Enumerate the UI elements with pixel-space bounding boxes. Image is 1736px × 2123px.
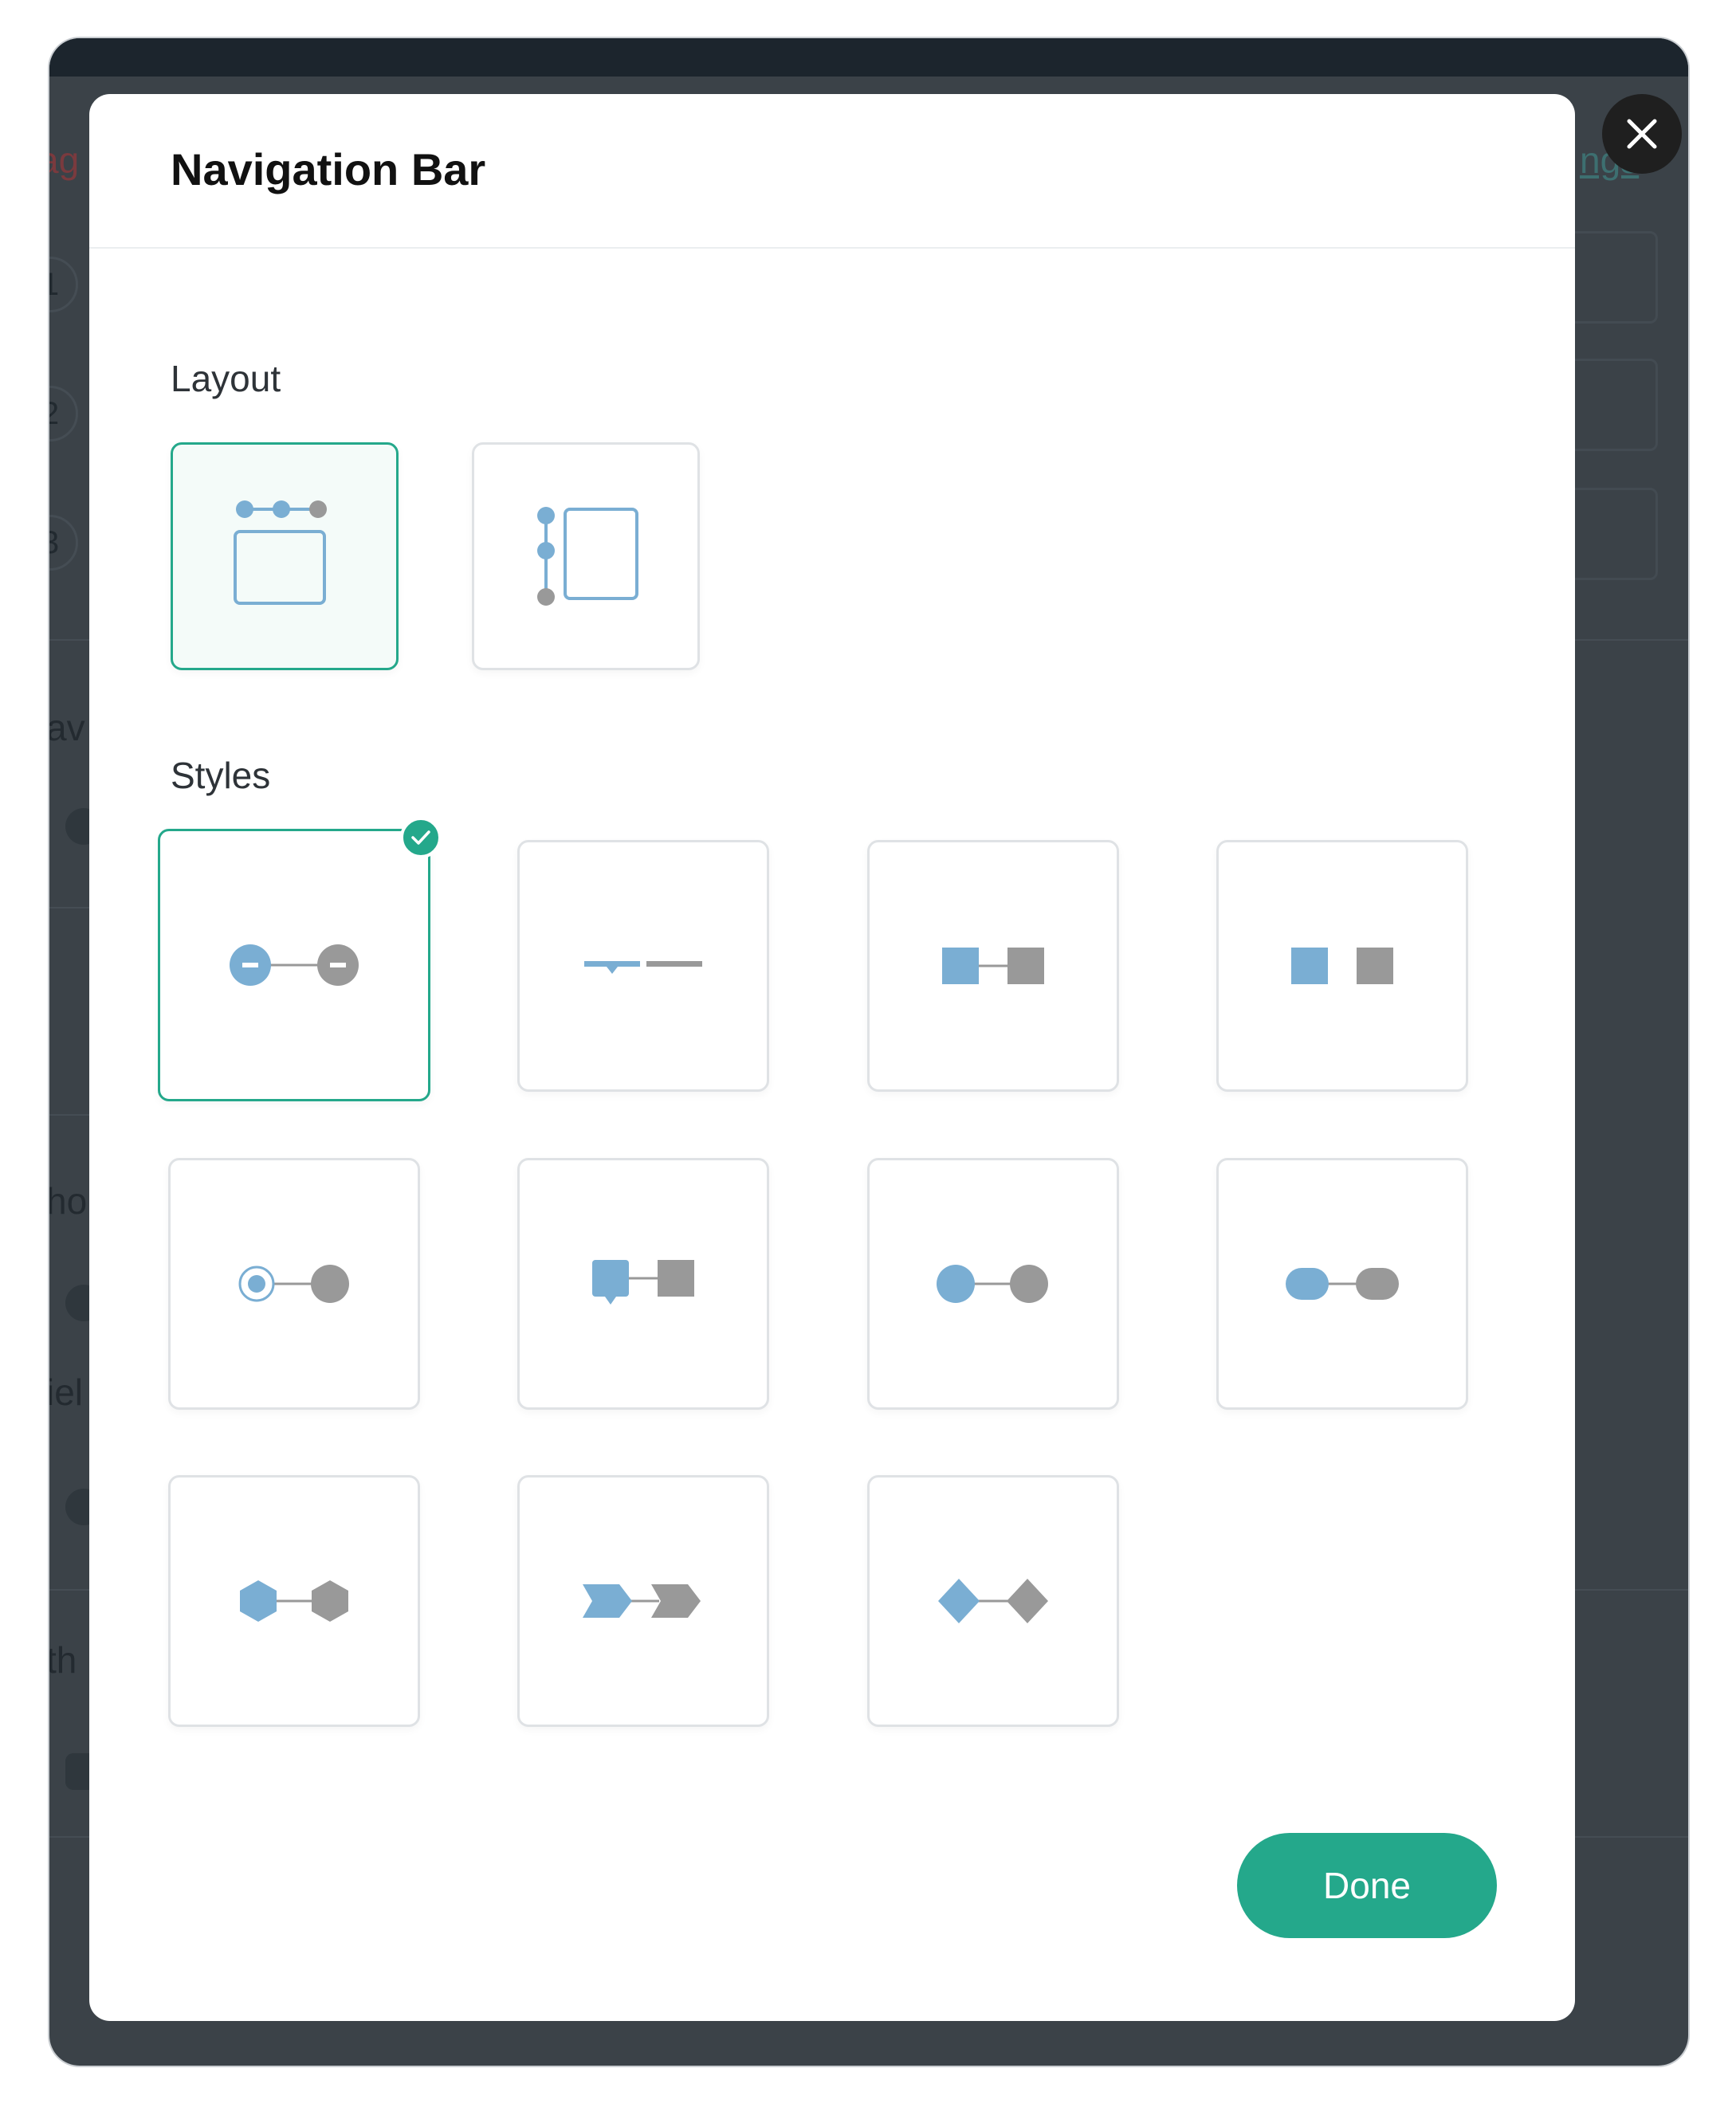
layout-section-label: Layout [171, 358, 281, 399]
done-button[interactable]: Done [1237, 1833, 1497, 1938]
style-option-diamond[interactable] [867, 1475, 1119, 1727]
style-option-square-pointer[interactable] [517, 1158, 769, 1410]
circle-connected-style-icon [937, 1265, 1048, 1303]
style-option-circle-connected[interactable] [867, 1158, 1119, 1410]
layout-option-side[interactable] [472, 442, 700, 670]
bg-step-number: 2 [49, 395, 60, 431]
style-option-hexagon[interactable] [168, 1475, 420, 1727]
check-icon [411, 830, 430, 845]
style-option-chevron-arrow[interactable] [517, 1475, 769, 1727]
style-option-pill-connected[interactable] [1216, 1158, 1468, 1410]
bg-fragment: iel [49, 1372, 84, 1413]
bg-step-number: 3 [49, 524, 60, 560]
modal-title: Navigation Bar [171, 144, 486, 194]
modal-header: Navigation Bar [89, 94, 1575, 249]
close-icon [1627, 119, 1657, 149]
square-pointer-style-icon [592, 1260, 694, 1305]
side-layout-icon [537, 507, 638, 606]
navigation-bar-modal: Navigation Bar Layout Styles [89, 94, 1575, 2021]
selected-check-badge [400, 817, 442, 858]
square-separate-style-icon [1291, 948, 1393, 984]
styles-section-label: Styles [171, 755, 271, 796]
bg-fragment: av [49, 707, 85, 748]
bg-fragment: ho [49, 1180, 88, 1222]
layout-option-top[interactable] [171, 442, 399, 670]
line-pointer-style-icon [584, 961, 702, 974]
bg-step-badge: 1 [49, 257, 78, 312]
radio-circle-style-icon [238, 1265, 349, 1303]
style-option-radio-circle[interactable] [168, 1158, 420, 1410]
bg-input-box [1564, 488, 1658, 580]
diamond-style-icon [938, 1579, 1048, 1623]
bg-step-badge: 3 [49, 515, 78, 571]
top-layout-icon [234, 500, 327, 605]
bg-step-badge: 2 [49, 386, 78, 441]
style-option-circle-minus[interactable] [158, 829, 430, 1101]
bg-input-box [1564, 231, 1658, 324]
bg-fragment: ag [49, 139, 80, 181]
pill-connected-style-icon [1286, 1268, 1399, 1300]
bg-step-number: 1 [49, 266, 60, 302]
close-button[interactable] [1602, 94, 1682, 174]
app-top-bar [49, 38, 1688, 77]
chevron-arrow-style-icon [583, 1584, 701, 1618]
style-option-square-separate[interactable] [1216, 840, 1468, 1092]
bg-fragment: th [49, 1639, 77, 1681]
style-option-line-pointer[interactable] [517, 840, 769, 1092]
hexagon-style-icon [240, 1580, 348, 1622]
square-connected-style-icon [942, 948, 1044, 984]
circle-minus-style-icon [230, 944, 359, 986]
style-option-square-connected[interactable] [867, 840, 1119, 1092]
bg-input-box [1564, 359, 1658, 451]
